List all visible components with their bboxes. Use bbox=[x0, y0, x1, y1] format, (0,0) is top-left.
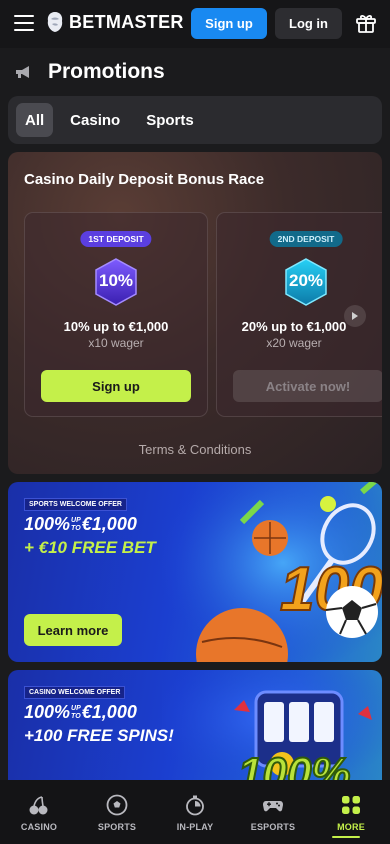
deposit-wager: x20 wager bbox=[266, 336, 322, 350]
hamburger-icon[interactable] bbox=[14, 15, 34, 31]
active-nav-indicator bbox=[332, 836, 360, 838]
offer-bonus: + €10 FREE BET bbox=[24, 538, 156, 557]
upto-label: UP TO bbox=[71, 705, 81, 721]
deposit-signup-button[interactable]: Sign up bbox=[41, 370, 191, 402]
activate-now-button[interactable]: Activate now! bbox=[233, 370, 382, 402]
nav-item-sports[interactable]: SPORTS bbox=[78, 780, 156, 844]
brand-name: BETMASTER bbox=[69, 11, 184, 32]
upto-label-line-2: TO bbox=[71, 713, 81, 721]
cherries-icon bbox=[29, 796, 48, 815]
gamepad-icon bbox=[263, 801, 283, 812]
brand-logo[interactable]: BETMASTER bbox=[46, 11, 184, 33]
deposit-wager: x10 wager bbox=[88, 336, 144, 350]
offer-tag: CASINO WELCOME OFFER bbox=[24, 686, 126, 699]
offer-amount: €1,000 bbox=[81, 514, 137, 534]
top-header: BETMASTER Sign up Log in bbox=[0, 0, 390, 48]
nav-item-in-play[interactable]: IN-PLAY bbox=[156, 780, 234, 844]
bottom-navigation: CASINO SPORTS IN-PLAY ESPORTS MORE bbox=[0, 780, 390, 844]
nav-item-more[interactable]: MORE bbox=[312, 780, 390, 844]
title-row: Promotions bbox=[0, 52, 390, 92]
offer-tag: SPORTS WELCOME OFFER bbox=[24, 498, 127, 511]
nav-item-esports[interactable]: ESPORTS bbox=[234, 780, 312, 844]
offer-bonus: +100 FREE SPINS! bbox=[24, 726, 174, 745]
percent-badge-value: 10% bbox=[98, 271, 134, 290]
carousel-next-button[interactable] bbox=[344, 305, 366, 327]
deposit-tag: 1ST DEPOSIT bbox=[80, 231, 152, 247]
deposit-race-card: Casino Daily Deposit Bonus Race 1ST DEPO… bbox=[8, 152, 382, 474]
offer-percent: 100% bbox=[24, 702, 71, 722]
deposit-card-1: 1ST DEPOSIT 10% 10% up to €1,000 x10 wag… bbox=[24, 212, 208, 417]
offer-headline: 100%UP TO€1,000 bbox=[24, 514, 137, 535]
nav-label: IN-PLAY bbox=[176, 822, 214, 832]
login-button[interactable]: Log in bbox=[275, 8, 342, 39]
learn-more-button[interactable]: Learn more bbox=[24, 614, 122, 646]
upto-label: UP TO bbox=[71, 517, 81, 533]
tab-all[interactable]: All bbox=[16, 103, 54, 137]
upto-label-line-1: UP bbox=[71, 705, 81, 713]
nav-label: ESPORTS bbox=[250, 822, 296, 832]
tab-casino[interactable]: Casino bbox=[61, 103, 129, 137]
page-title: Promotions bbox=[48, 60, 165, 83]
nav-item-casino[interactable]: CASINO bbox=[0, 780, 78, 844]
deposit-tag: 2ND DEPOSIT bbox=[269, 231, 343, 247]
promo-filter-tabs: All Casino Sports bbox=[8, 96, 382, 144]
gift-icon[interactable] bbox=[354, 11, 378, 35]
nav-label: SPORTS bbox=[97, 822, 137, 832]
casino-promo-art: 100% bbox=[162, 670, 382, 790]
offer-percent: 100% bbox=[24, 514, 71, 534]
sports-promo-art: 100% bbox=[162, 482, 382, 662]
logo-mark-icon bbox=[47, 12, 63, 32]
nav-label: CASINO bbox=[20, 822, 58, 832]
race-title: Casino Daily Deposit Bonus Race bbox=[24, 171, 265, 188]
casino-offer-banner[interactable]: 100% CASINO WELCOME OFFER 100%UP TO€1,000… bbox=[8, 670, 382, 790]
upto-label-line-2: TO bbox=[71, 525, 81, 533]
nav-label: MORE bbox=[337, 822, 365, 832]
percent-badge-value: 20% bbox=[288, 271, 324, 290]
offer-amount: €1,000 bbox=[81, 702, 137, 722]
deposit-headline: 10% up to €1,000 bbox=[63, 319, 169, 334]
promotions-page: BETMASTER Sign up Log in Promotions All … bbox=[0, 0, 390, 844]
terms-link[interactable]: Terms & Conditions bbox=[8, 442, 382, 457]
soccer-ball-icon bbox=[106, 794, 128, 816]
grid-icon bbox=[342, 796, 360, 814]
sports-offer-banner[interactable]: 100% SPORTS WELCOME OFFER 100%UPTO€1,000… bbox=[8, 482, 382, 662]
megaphone-icon bbox=[16, 66, 29, 78]
stopwatch-icon bbox=[186, 795, 204, 816]
chevron-right-icon bbox=[352, 312, 358, 320]
tab-sports[interactable]: Sports bbox=[137, 103, 203, 137]
offer-headline: 100%UP TO€1,000 bbox=[24, 702, 137, 723]
upto-label-line-1: UP bbox=[71, 517, 81, 525]
signup-button[interactable]: Sign up bbox=[191, 8, 267, 39]
